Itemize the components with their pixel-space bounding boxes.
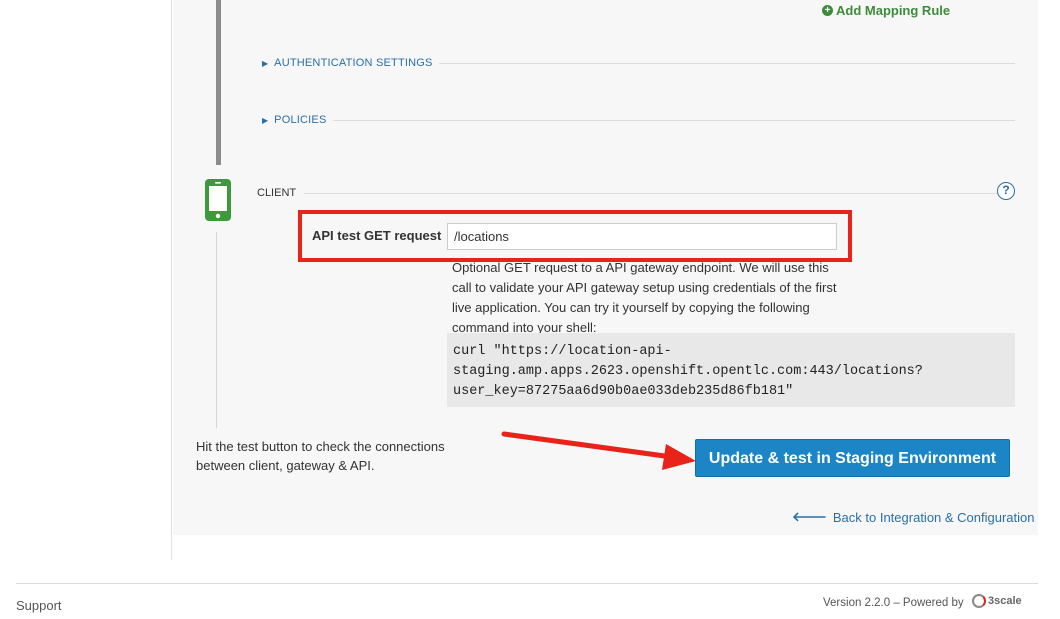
3scale-logo-icon <box>972 594 986 608</box>
plus-circle-icon: + <box>822 5 833 16</box>
section-divider <box>304 192 1015 194</box>
curl-command-block: curl "https://location-api- staging.amp.… <box>447 333 1015 407</box>
api-test-help-text: Optional GET request to a API gateway en… <box>452 260 837 335</box>
add-mapping-rule-label: Add Mapping Rule <box>836 3 951 18</box>
api-test-request-label: API test GET request <box>312 228 442 243</box>
update-test-staging-button[interactable]: Update & test in Staging Environment <box>695 439 1010 477</box>
timeline-line <box>216 232 217 428</box>
caret-right-icon: ▶ <box>262 115 269 125</box>
client-label: CLIENT <box>257 187 297 199</box>
arrow-left-icon: 🡐 <box>792 509 827 524</box>
footer-divider <box>16 583 1038 584</box>
back-to-integration-label: Back to Integration & Configuration <box>832 509 1035 525</box>
client-section: CLIENT <box>257 186 1015 200</box>
annotation-arrow-icon <box>501 431 696 470</box>
policies-section[interactable]: ▶ POLICIES <box>262 113 1015 127</box>
section-divider <box>332 119 1015 121</box>
version-text: Version 2.2.0 – Powered by <box>823 597 964 609</box>
authentication-settings-label[interactable]: AUTHENTICATION SETTINGS <box>274 57 432 69</box>
section-divider <box>438 62 1015 64</box>
add-mapping-rule-link[interactable]: + Add Mapping Rule <box>822 3 950 18</box>
test-hint-text: Hit the test button to check the connect… <box>196 439 445 473</box>
authentication-settings-section[interactable]: ▶ AUTHENTICATION SETTINGS <box>262 56 1015 70</box>
timeline-progress-line <box>216 0 221 165</box>
support-link[interactable]: Support <box>16 598 62 613</box>
mobile-phone-icon <box>205 179 231 221</box>
back-to-integration-link[interactable]: 🡐 Back to Integration & Configuration <box>792 509 1035 525</box>
left-sidebar <box>0 0 172 560</box>
caret-right-icon: ▶ <box>262 58 269 68</box>
policies-label[interactable]: POLICIES <box>274 114 326 126</box>
api-test-request-input[interactable] <box>447 223 837 250</box>
3scale-logo-text: 3scale <box>988 595 1022 607</box>
3scale-logo[interactable]: 3scale <box>972 594 1022 608</box>
help-icon[interactable]: ? <box>997 182 1015 200</box>
